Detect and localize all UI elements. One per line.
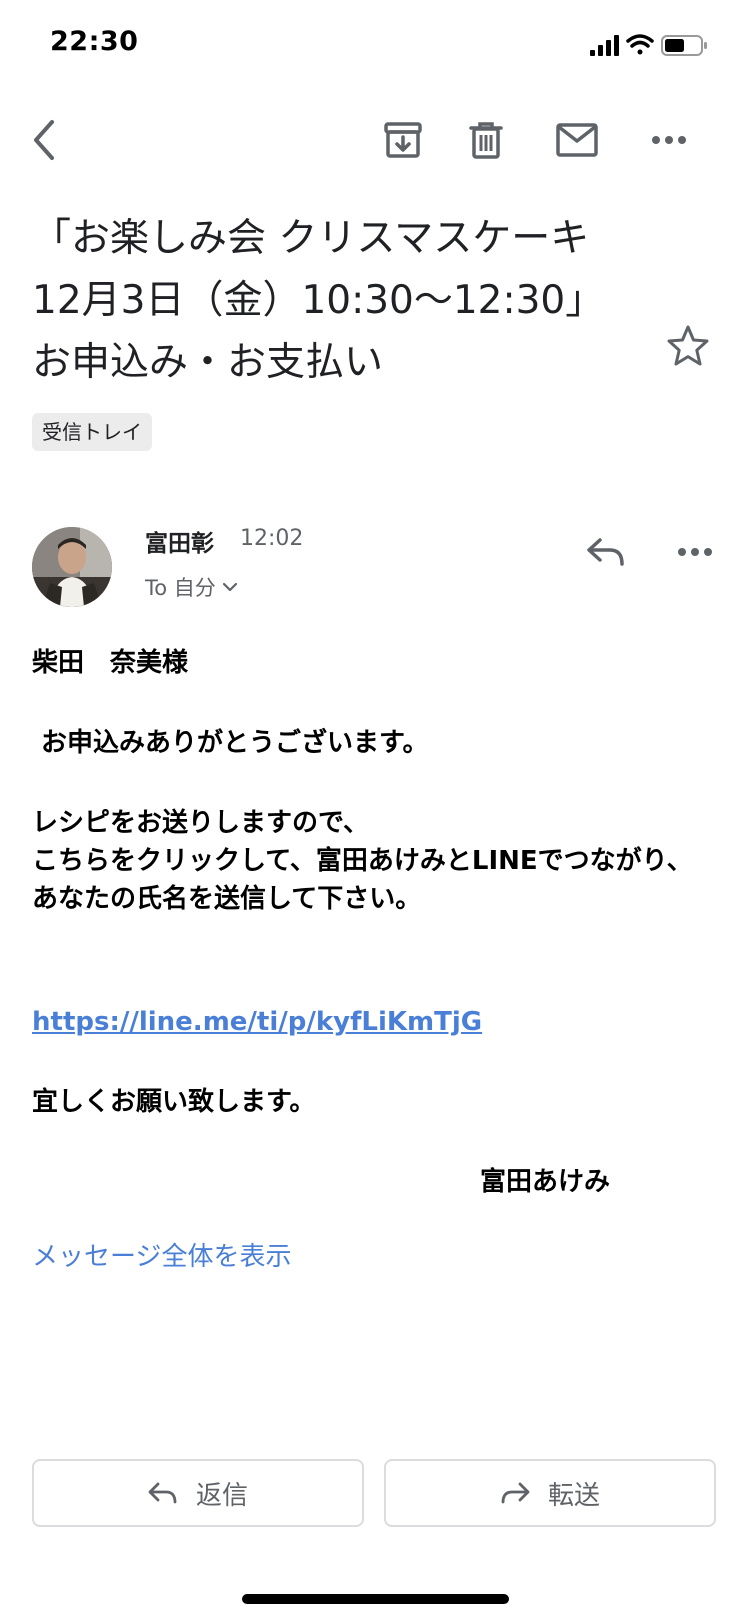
forward-button[interactable]: 転送 xyxy=(384,1459,716,1527)
archive-icon xyxy=(384,122,422,158)
email-subject: 「お楽しみ会 クリスマスケーキ 12月3日（金）10:30〜12:30」お申込み… xyxy=(32,216,629,385)
reply-icon xyxy=(587,538,624,566)
instructions-line-1: レシピをお送りしますので、 xyxy=(32,808,369,838)
signal-icon xyxy=(590,35,619,56)
recipient-details[interactable]: To 自分 xyxy=(145,572,238,602)
forward-label: 転送 xyxy=(547,1480,600,1511)
home-indicator[interactable] xyxy=(242,1594,509,1604)
trash-icon xyxy=(469,122,503,159)
star-button[interactable] xyxy=(665,323,715,373)
back-icon xyxy=(34,120,54,160)
status-time: 22:30 xyxy=(50,26,139,57)
archive-button[interactable] xyxy=(375,112,431,168)
mark-unread-button[interactable] xyxy=(549,112,605,168)
chevron-down-icon xyxy=(222,582,237,592)
recipient-label: To 自分 xyxy=(145,576,216,600)
inbox-label[interactable]: 受信トレイ xyxy=(32,413,152,451)
sender-name[interactable]: 富田彰 xyxy=(145,524,214,558)
instructions-line-3: あなたの氏名を送信して下さい。 xyxy=(32,884,422,914)
more-button[interactable] xyxy=(641,112,697,168)
more-icon xyxy=(678,548,712,556)
reply-button[interactable]: 返信 xyxy=(32,1459,364,1527)
wifi-icon xyxy=(626,34,654,55)
reply-label: 返信 xyxy=(195,1480,248,1511)
avatar[interactable] xyxy=(32,527,112,607)
star-icon xyxy=(667,325,709,366)
back-button[interactable] xyxy=(16,112,72,168)
show-full-message-link[interactable]: メッセージ全体を表示 xyxy=(32,1236,291,1273)
delete-button[interactable] xyxy=(458,112,514,168)
line-link[interactable]: https://line.me/ti/p/kyfLiKmTjG xyxy=(32,1007,482,1037)
reply-quick-button[interactable] xyxy=(578,524,634,580)
battery-icon xyxy=(661,35,707,56)
greeting: 柴田 奈美様 xyxy=(32,648,189,678)
thanks-line: お申込みありがとうございます。 xyxy=(32,728,429,758)
line-link-row: https://line.me/ti/p/kyfLiKmTjG xyxy=(32,1003,722,1041)
signature: 富田あけみ xyxy=(480,1167,611,1197)
closing: 宜しくお願い致します。 xyxy=(32,1087,316,1117)
mail-icon xyxy=(556,123,598,157)
more-icon xyxy=(652,136,686,144)
reply-icon xyxy=(148,1482,177,1504)
message-more-button[interactable] xyxy=(665,524,725,580)
forward-icon xyxy=(501,1482,530,1504)
instructions: レシピをお送りしますので、 こちらをクリックして、富田あけみとLINEでつながり… xyxy=(32,804,722,918)
instructions-line-2: こちらをクリックして、富田あけみとLINEでつながり、 xyxy=(32,846,693,876)
email-time: 12:02 xyxy=(240,526,304,551)
sender-photo xyxy=(32,527,112,607)
status-icons xyxy=(590,30,720,62)
